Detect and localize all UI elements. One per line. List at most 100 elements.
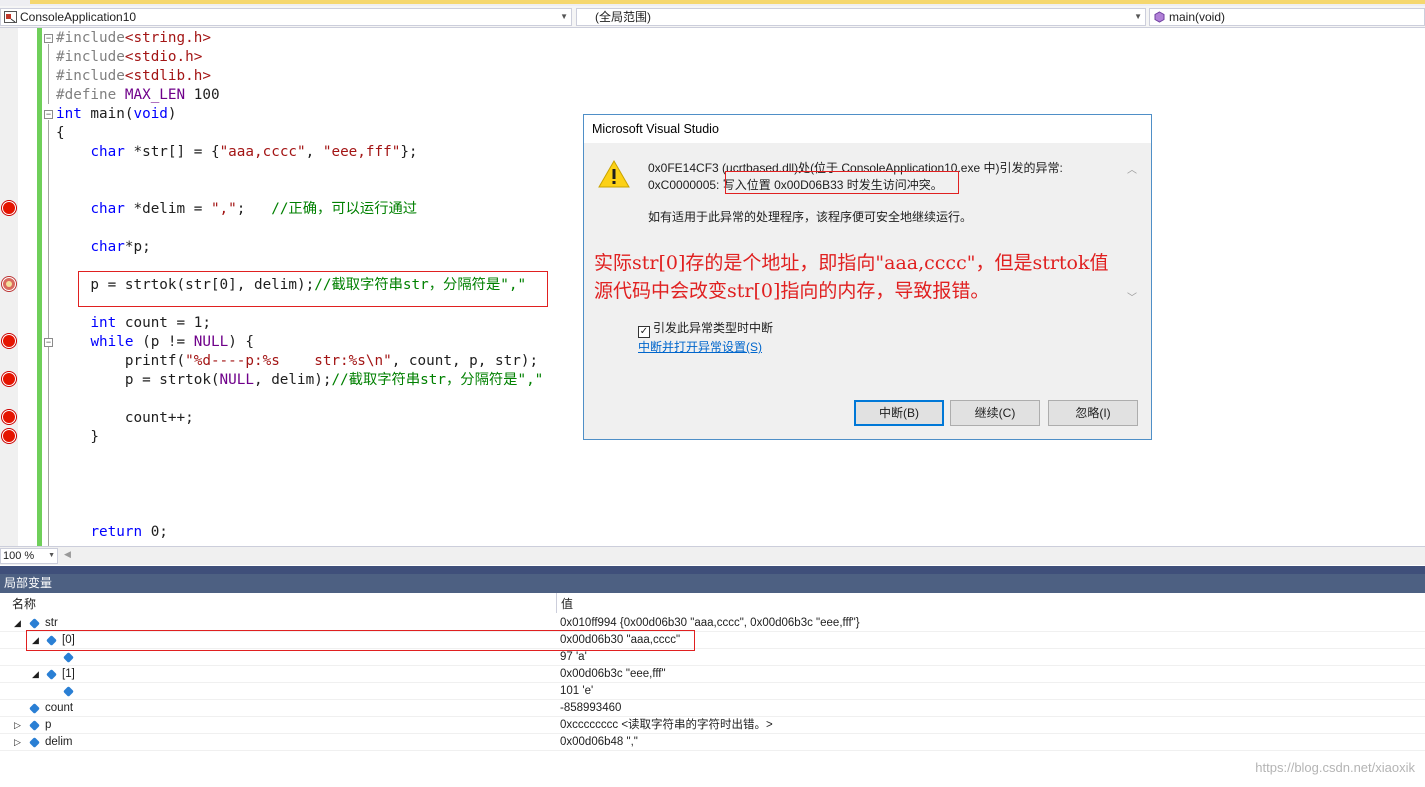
code-token: }	[56, 429, 100, 445]
variable-icon	[63, 652, 74, 663]
scroll-left-icon[interactable]: ◀	[64, 549, 71, 560]
dialog-title: Microsoft Visual Studio	[584, 115, 1151, 143]
code-token: , delim);	[253, 372, 332, 388]
code-line[interactable]: {	[56, 124, 65, 143]
variable-name: [1]	[62, 668, 75, 680]
collapse-icon[interactable]: −	[44, 34, 53, 43]
message-scrollbar[interactable]: ︿ ﹀	[1124, 155, 1140, 305]
code-line[interactable]: }	[56, 428, 99, 447]
code-line[interactable]: char *delim = ","; //正确，可以运行通过	[56, 200, 417, 219]
code-token: <stdlib.h>	[124, 68, 211, 84]
table-row[interactable]: count -858993460	[0, 700, 1425, 717]
table-row[interactable]: ▷ p 0xcccccccc <读取字符串的字符时出错。>	[0, 717, 1425, 734]
code-token: ) {	[228, 334, 255, 350]
column-header-name[interactable]: 名称	[12, 595, 36, 613]
code-token: *str[] = {	[124, 144, 220, 160]
variable-icon	[63, 686, 74, 697]
exception-hint: 如有适用于此异常的处理程序，该程序便可安全地继续运行。	[648, 210, 973, 224]
checkmark-icon[interactable]: ✓	[638, 326, 650, 338]
code-token: return	[90, 524, 143, 540]
break-on-exception-checkbox[interactable]: ✓ 引发此异常类型时中断	[638, 319, 773, 338]
code-line[interactable]: #include<string.h>	[56, 29, 211, 48]
collapse-icon[interactable]: −	[44, 338, 53, 347]
zoom-combo[interactable]: 100 % ▼	[0, 548, 58, 564]
code-token: 100	[185, 87, 220, 103]
code-token: NULL	[219, 372, 254, 388]
breakpoint-icon[interactable]	[2, 201, 16, 215]
code-token: , count, p, str);	[391, 353, 539, 369]
column-header-value[interactable]: 值	[561, 595, 573, 613]
code-line[interactable]: int count = 1;	[56, 314, 211, 333]
code-token: ","	[210, 201, 237, 217]
code-line[interactable]: char*p;	[56, 238, 151, 257]
code-token: main(	[81, 106, 134, 122]
code-token: *p;	[124, 239, 151, 255]
code-token: #include	[56, 30, 125, 46]
highlight-box-access-violation	[725, 171, 959, 194]
code-token: #include	[56, 68, 125, 84]
column-separator[interactable]	[556, 593, 557, 613]
chevron-down-icon[interactable]: ▼	[560, 9, 568, 25]
function-combo[interactable]: main(void)	[1149, 8, 1425, 26]
code-line[interactable]: char *str[] = {"aaa,cccc", "eee,fff"};	[56, 143, 417, 162]
code-token: ,	[305, 144, 323, 160]
code-token: <string.h>	[124, 30, 211, 46]
code-token: )	[167, 106, 177, 122]
collapsed-arrow-icon[interactable]: ▷	[14, 734, 21, 751]
table-row[interactable]: ◢ [1] 0x00d06b3c "eee,fff"	[0, 666, 1425, 683]
code-token: while	[90, 334, 134, 350]
code-line[interactable]: #include<stdio.h>	[56, 48, 202, 67]
fold-guide	[48, 120, 49, 546]
breakpoint-icon[interactable]	[2, 334, 16, 348]
code-line[interactable]: printf("%d----p:%s str:%s\n", count, p, …	[56, 352, 538, 371]
table-row[interactable]: 101 'e'	[0, 683, 1425, 700]
open-exception-settings-link[interactable]: 中断并打开异常设置(S)	[638, 338, 762, 355]
chevron-down-icon[interactable]: ▼	[48, 549, 55, 563]
code-line[interactable]: int main(void)	[56, 105, 177, 124]
continue-button[interactable]: 继续(C)	[950, 400, 1040, 426]
project-name: ConsoleApplication10	[20, 10, 137, 24]
collapse-icon[interactable]: −	[44, 110, 53, 119]
active-tab-highlight	[30, 0, 1425, 4]
annotation-line2: 源代码中会改变str[0]指向的内存，导致报错。	[594, 280, 990, 302]
breakpoint-icon[interactable]	[2, 429, 16, 443]
locals-window: 名称 值 ◢ str 0x010ff994 {0x00d06b30 "aaa,ccc…	[0, 593, 1425, 787]
locals-window-title: 局部变量	[0, 574, 1425, 593]
code-token: 0;	[142, 524, 168, 540]
code-line[interactable]: while (p != NULL) {	[56, 333, 254, 352]
code-line[interactable]: p = strtok(NULL, delim);//截取字符串str，分隔符是"…	[56, 371, 543, 390]
code-token: count = 1;	[116, 315, 211, 331]
code-token: p = strtok(	[56, 372, 220, 388]
code-token: int	[90, 315, 117, 331]
chevron-down-icon[interactable]: ▼	[1134, 9, 1142, 25]
breakpoint-icon[interactable]	[2, 410, 16, 424]
zoom-level: 100 %	[3, 550, 35, 562]
collapsed-arrow-icon[interactable]: ▷	[14, 717, 21, 734]
function-name: main(void)	[1169, 10, 1226, 24]
code-token: <stdio.h>	[124, 49, 203, 65]
table-row[interactable]: ▷ delim 0x00d06b48 ","	[0, 734, 1425, 751]
breakpoint-icon[interactable]	[2, 372, 16, 386]
code-token: "eee,fff"	[322, 144, 401, 160]
scroll-up-icon[interactable]: ︿	[1127, 161, 1137, 176]
project-combo[interactable]: ConsoleApplication10 ▼	[0, 8, 572, 26]
ignore-button[interactable]: 忽略(I)	[1048, 400, 1138, 426]
variable-value: 0xcccccccc <读取字符串的字符时出错。>	[560, 719, 773, 731]
scroll-down-icon[interactable]: ﹀	[1127, 289, 1137, 304]
current-breakpoint-icon[interactable]	[2, 277, 16, 291]
code-line[interactable]: #include<stdlib.h>	[56, 67, 211, 86]
expanded-arrow-icon[interactable]: ◢	[14, 615, 21, 632]
code-line[interactable]: count++;	[56, 409, 194, 428]
code-line[interactable]: #define MAX_LEN 100	[56, 86, 220, 105]
table-row[interactable]: 97 'a'	[0, 649, 1425, 666]
code-token: MAX_LEN	[124, 87, 186, 103]
navigation-bar: ConsoleApplication10 ▼ (全局范围) ▼ main(voi…	[0, 6, 1425, 28]
break-button[interactable]: 中断(B)	[854, 400, 944, 426]
code-line[interactable]: return 0;	[56, 523, 168, 542]
expanded-arrow-icon[interactable]: ◢	[32, 666, 39, 683]
scope-combo[interactable]: (全局范围) ▼	[576, 8, 1146, 26]
scope-name: (全局范围)	[595, 10, 651, 24]
